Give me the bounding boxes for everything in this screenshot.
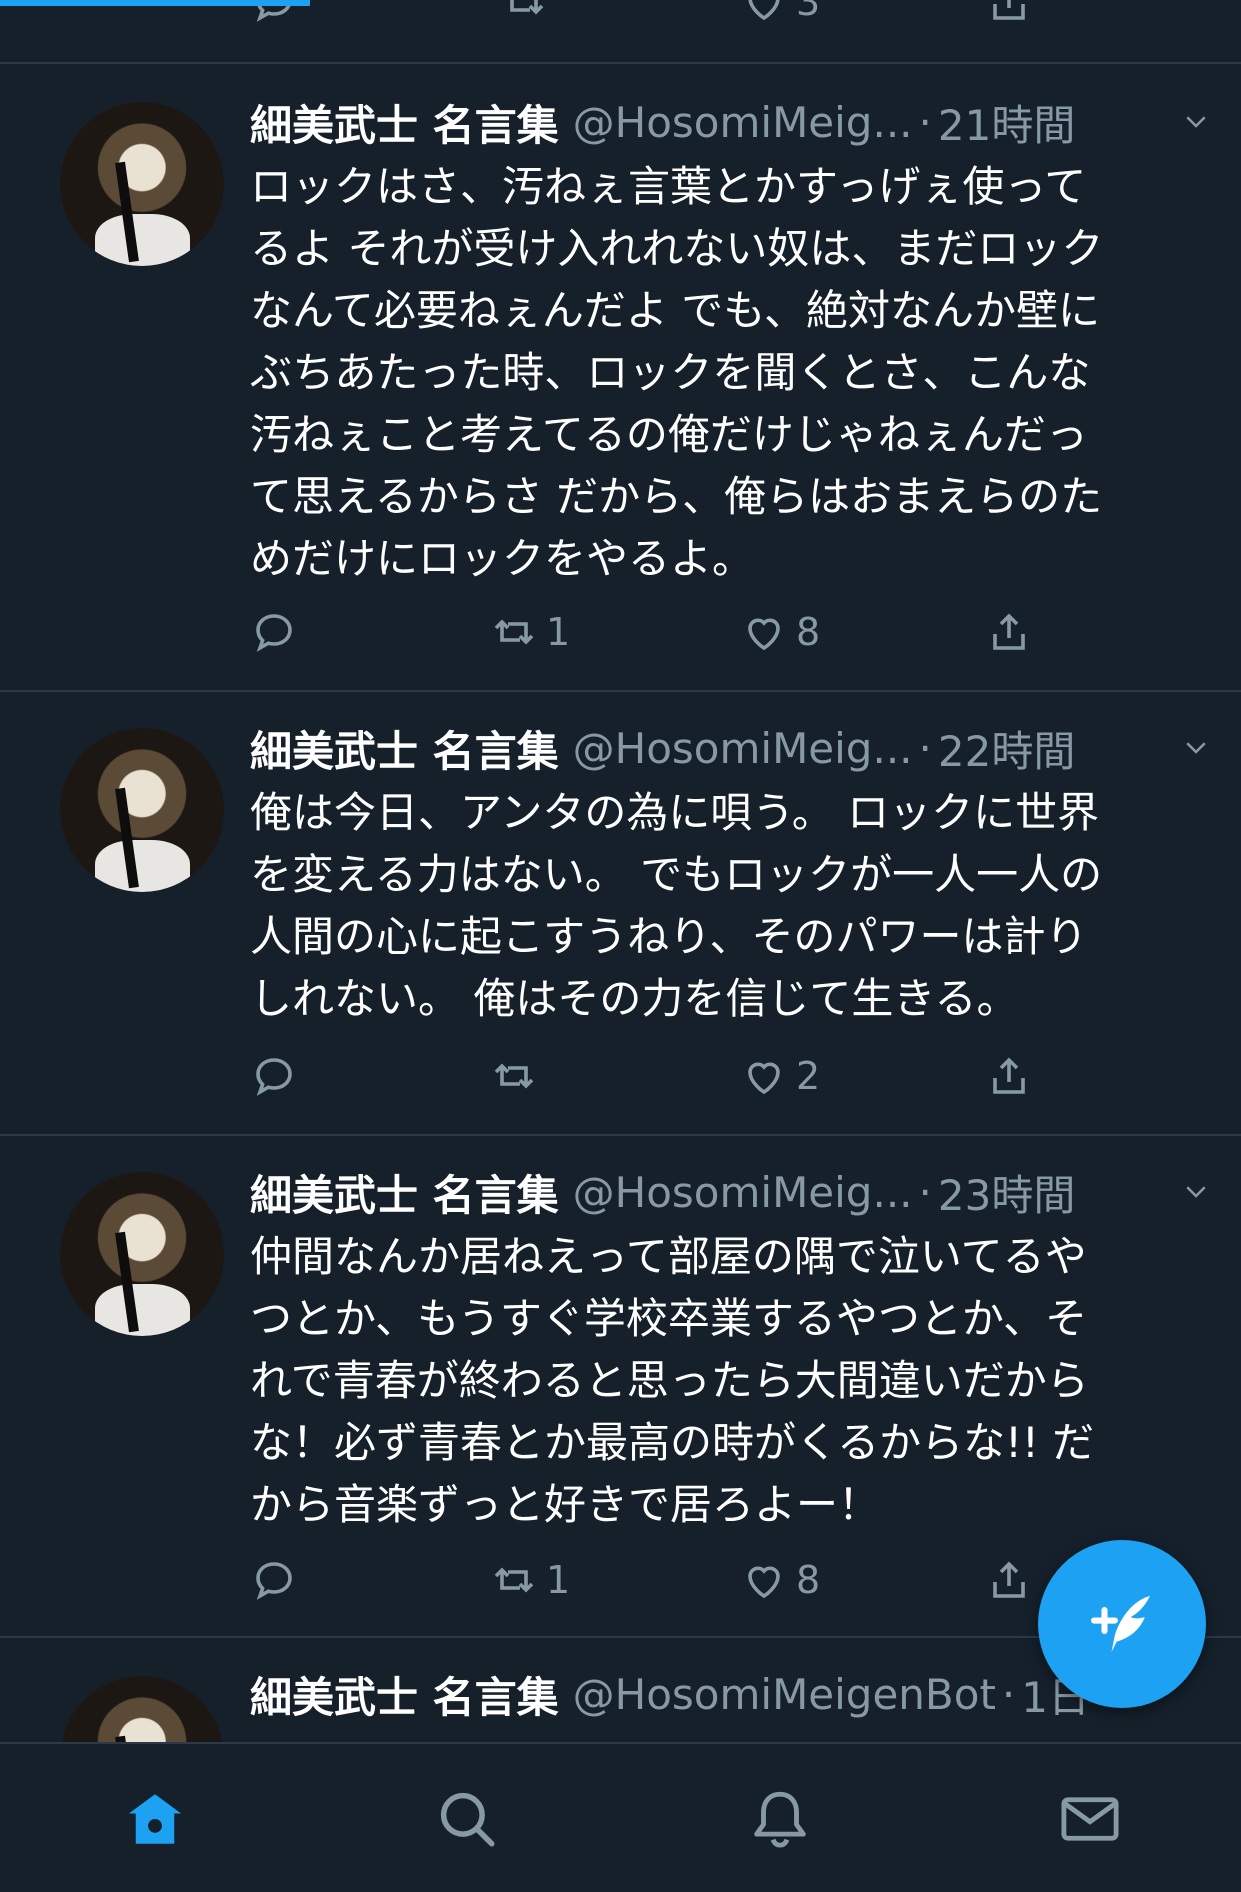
reply-icon <box>256 1058 292 1096</box>
reply-button[interactable] <box>250 1556 298 1604</box>
tweet-text: ロックはさ、汚ねぇ言葉とかすっげぇ使って るよ それが受け入れれない奴は、まだロ… <box>250 162 1104 583</box>
retweet-icon <box>494 1567 534 1593</box>
heart-icon <box>748 1062 780 1095</box>
heart-icon <box>748 618 780 651</box>
tab-notifications[interactable] <box>745 1784 815 1854</box>
avatar[interactable] <box>60 1172 224 1336</box>
tweet-header: 細美武士 名言集 @HosomiMeig... · 23時間 <box>250 1164 1211 1220</box>
reply-icon <box>256 1562 292 1600</box>
like-button[interactable]: 3 <box>740 0 820 26</box>
share-button[interactable] <box>985 1052 1033 1100</box>
separator-dot: · <box>918 1167 932 1217</box>
handle[interactable]: @HosomiMeig... <box>573 1168 913 1217</box>
share-icon <box>993 1561 1025 1598</box>
reply-button[interactable] <box>250 1052 298 1100</box>
heart-icon <box>748 1566 780 1599</box>
retweet-button[interactable] <box>490 1052 546 1100</box>
display-name[interactable]: 細美武士 名言集 <box>250 1162 559 1223</box>
mail-icon <box>1061 1797 1119 1841</box>
tab-search[interactable] <box>432 1784 502 1854</box>
timestamp[interactable]: 22時間 <box>938 718 1075 779</box>
share-icon <box>993 0 1025 20</box>
tweet-header: 細美武士 名言集 @HosomiMeig... · 22時間 <box>250 720 1211 776</box>
display-name[interactable]: 細美武士 名言集 <box>250 1664 559 1725</box>
retweet-icon <box>510 0 544 15</box>
timestamp[interactable]: 21時間 <box>938 92 1075 153</box>
like-button[interactable]: 2 <box>740 1052 820 1100</box>
timeline: 3 細美武士 名言集 @HosomiMeig... · 21時間 ロックはさ、汚… <box>0 0 1241 1742</box>
tweet-text: 仲間なんか居ねえって部屋の隅で泣いてるや つとか、もうすぐ学校卒業するやつとか、… <box>250 1232 1095 1529</box>
avatar[interactable] <box>60 728 224 892</box>
tweet-actions: 1 8 <box>250 608 1050 664</box>
like-count: 8 <box>796 610 821 654</box>
handle[interactable]: @HosomiMeig... <box>573 724 913 773</box>
tweet[interactable]: 細美武士 名言集 @HosomiMeig... · 21時間 ロックはさ、汚ねぇ… <box>0 64 1241 692</box>
retweet-button[interactable]: 1 <box>490 1556 570 1604</box>
reply-button[interactable] <box>250 608 298 656</box>
display-name[interactable]: 細美武士 名言集 <box>250 718 559 779</box>
retweet-button[interactable] <box>500 0 548 26</box>
timestamp[interactable]: 23時間 <box>938 1162 1075 1223</box>
tweet-text: 俺は今日、アンタの為に唄う。 ロックに世界 を変える力はない。 でもロックが一人… <box>250 788 1103 1023</box>
retweet-icon <box>494 619 534 645</box>
tweet-header: 細美武士 名言集 @HosomiMeig... · 21時間 <box>250 94 1211 150</box>
tab-messages[interactable] <box>1055 1784 1125 1854</box>
separator-dot: · <box>918 97 932 147</box>
reply-icon <box>256 614 292 652</box>
handle[interactable]: @HosomiMeigenBot <box>573 1670 996 1719</box>
share-icon <box>993 1057 1025 1094</box>
share-button[interactable] <box>985 1556 1033 1604</box>
bottom-tab-bar <box>0 1742 1241 1892</box>
tweet-actions: 2 <box>250 1052 1050 1108</box>
like-button[interactable]: 8 <box>740 1556 820 1604</box>
partial-tweet-actions: 3 <box>250 0 1050 34</box>
chevron-down-icon[interactable] <box>1181 1176 1211 1206</box>
display-name[interactable]: 細美武士 名言集 <box>250 92 559 153</box>
like-count: 3 <box>796 0 821 24</box>
tab-home[interactable] <box>120 1784 190 1854</box>
refresh-progress-bar <box>0 0 310 6</box>
retweet-count: 1 <box>546 610 571 654</box>
tweet[interactable]: 細美武士 名言集 @HosomiMeig... · 23時間 仲間なんか居ねえっ… <box>0 1136 1241 1638</box>
search-icon <box>440 1792 495 1847</box>
like-count: 2 <box>796 1054 821 1098</box>
like-button[interactable]: 8 <box>740 608 820 656</box>
separator-dot: · <box>918 723 932 773</box>
retweet-count: 1 <box>546 1558 571 1602</box>
compose-tweet-button[interactable] <box>1038 1540 1206 1708</box>
heart-icon <box>748 0 780 21</box>
share-button[interactable] <box>985 608 1033 656</box>
bell-icon <box>754 1791 806 1848</box>
handle[interactable]: @HosomiMeig... <box>573 98 913 147</box>
share-button[interactable] <box>985 0 1033 26</box>
like-count: 8 <box>796 1558 821 1602</box>
compose-tweet-icon <box>1090 1596 1150 1652</box>
chevron-down-icon[interactable] <box>1181 732 1211 762</box>
tweet[interactable]: 細美武士 名言集 @HosomiMeig... · 22時間 俺は今日、アンタの… <box>0 692 1241 1136</box>
chevron-down-icon[interactable] <box>1181 106 1211 136</box>
separator-dot: · <box>1001 1669 1016 1719</box>
share-icon <box>993 613 1025 650</box>
retweet-icon <box>494 1063 534 1089</box>
retweet-button[interactable]: 1 <box>490 608 570 656</box>
home-icon <box>128 1794 182 1844</box>
tweet-actions: 1 8 <box>250 1556 1050 1612</box>
avatar[interactable] <box>60 1676 224 1742</box>
avatar[interactable] <box>60 102 224 266</box>
